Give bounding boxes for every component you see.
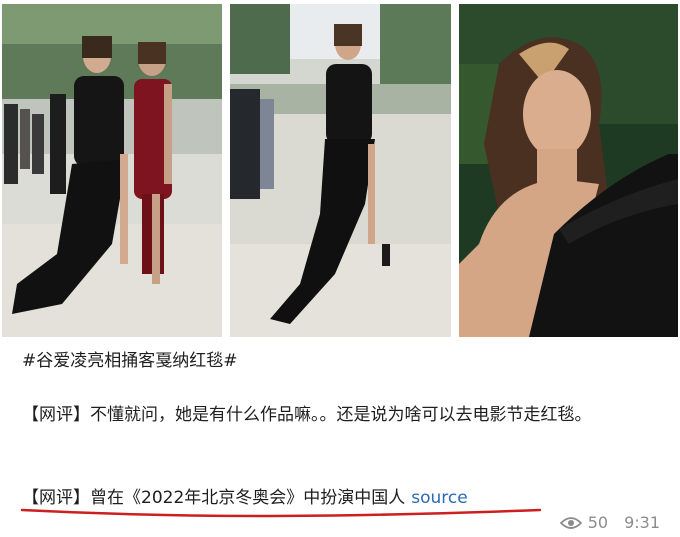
comment-1: 【网评】不懂就问，她是有什么作品嘛。。还是说为啥可以去电影节走红毯。 <box>22 405 592 425</box>
photo-1[interactable] <box>2 4 222 337</box>
message-meta: 50 9:31 <box>559 513 660 532</box>
timestamp: 9:31 <box>624 513 660 532</box>
photo-gallery <box>0 0 680 340</box>
eye-icon <box>559 516 582 529</box>
photo-2[interactable] <box>230 4 451 337</box>
photo-3[interactable] <box>459 4 678 337</box>
view-count: 50 <box>587 513 609 532</box>
red-underline-annotation <box>20 508 542 518</box>
message-bubble: #谷爱凌亮相捅客戛纳红毯# 【网评】不懂就问，她是有什么作品嘛。。还是说为啥可以… <box>0 0 680 537</box>
hashtag[interactable]: #谷爱凌亮相捅客戛纳红毯# <box>22 348 238 375</box>
